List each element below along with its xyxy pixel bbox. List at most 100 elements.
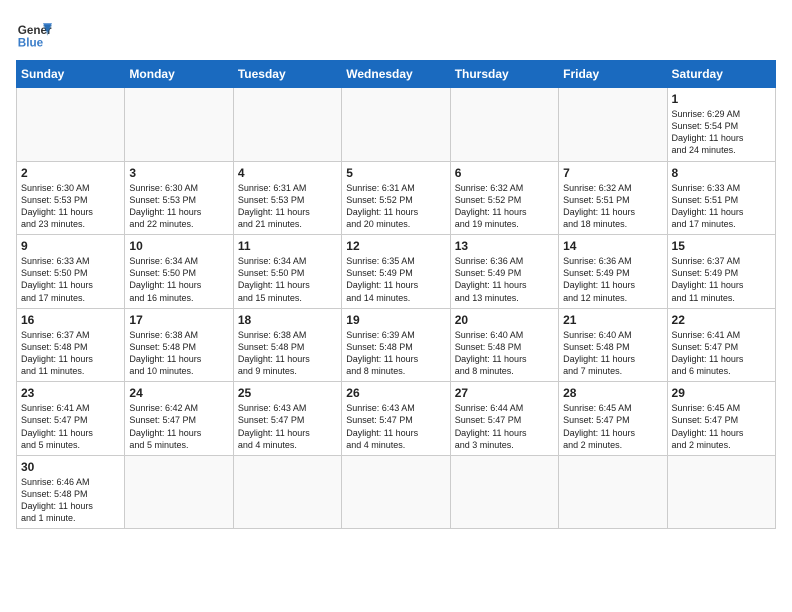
calendar-cell: 7 Sunrise: 6:32 AM Sunset: 5:51 PM Daylig… (559, 161, 667, 235)
day-header-wednesday: Wednesday (342, 61, 450, 88)
day-info: Sunrise: 6:32 AM Sunset: 5:52 PM Dayligh… (455, 182, 554, 231)
day-info: Sunrise: 6:37 AM Sunset: 5:49 PM Dayligh… (672, 255, 771, 304)
day-number: 30 (21, 460, 120, 474)
calendar-cell (559, 88, 667, 162)
day-info: Sunrise: 6:45 AM Sunset: 5:47 PM Dayligh… (672, 402, 771, 451)
page-header: General Blue (16, 16, 776, 52)
calendar-cell (233, 88, 341, 162)
day-number: 13 (455, 239, 554, 253)
calendar-cell (559, 455, 667, 529)
day-number: 28 (563, 386, 662, 400)
calendar-cell (450, 88, 558, 162)
calendar-week-5: 23Sunrise: 6:41 AM Sunset: 5:47 PM Dayli… (17, 382, 776, 456)
calendar-body: 1Sunrise: 6:29 AM Sunset: 5:54 PM Daylig… (17, 88, 776, 529)
calendar-cell: 12Sunrise: 6:35 AM Sunset: 5:49 PM Dayli… (342, 235, 450, 309)
day-info: Sunrise: 6:30 AM Sunset: 5:53 PM Dayligh… (21, 182, 120, 231)
calendar-cell (125, 88, 233, 162)
day-header-friday: Friday (559, 61, 667, 88)
calendar-cell (667, 455, 775, 529)
day-number: 10 (129, 239, 228, 253)
day-number: 9 (21, 239, 120, 253)
day-info: Sunrise: 6:39 AM Sunset: 5:48 PM Dayligh… (346, 329, 445, 378)
day-number: 27 (455, 386, 554, 400)
calendar-cell: 29Sunrise: 6:45 AM Sunset: 5:47 PM Dayli… (667, 382, 775, 456)
calendar-week-2: 2Sunrise: 6:30 AM Sunset: 5:53 PM Daylig… (17, 161, 776, 235)
calendar-week-6: 30 Sunrise: 6:46 AM Sunset: 5:48 PM Dayli… (17, 455, 776, 529)
calendar-cell: 3 Sunrise: 6:30 AM Sunset: 5:53 PM Daylig… (125, 161, 233, 235)
calendar-cell (450, 455, 558, 529)
day-info: Sunrise: 6:35 AM Sunset: 5:49 PM Dayligh… (346, 255, 445, 304)
day-info: Sunrise: 6:38 AM Sunset: 5:48 PM Dayligh… (238, 329, 337, 378)
calendar-cell: 30 Sunrise: 6:46 AM Sunset: 5:48 PM Dayli… (17, 455, 125, 529)
day-info: Sunrise: 6:30 AM Sunset: 5:53 PM Dayligh… (129, 182, 228, 231)
logo: General Blue (16, 16, 52, 52)
day-info: Sunrise: 6:40 AM Sunset: 5:48 PM Dayligh… (563, 329, 662, 378)
day-number: 18 (238, 313, 337, 327)
day-info: Sunrise: 6:37 AM Sunset: 5:48 PM Dayligh… (21, 329, 120, 378)
day-number: 22 (672, 313, 771, 327)
calendar-cell: 2Sunrise: 6:30 AM Sunset: 5:53 PM Daylig… (17, 161, 125, 235)
day-info: Sunrise: 6:41 AM Sunset: 5:47 PM Dayligh… (21, 402, 120, 451)
svg-text:Blue: Blue (18, 37, 44, 50)
calendar-cell: 1Sunrise: 6:29 AM Sunset: 5:54 PM Daylig… (667, 88, 775, 162)
day-number: 16 (21, 313, 120, 327)
calendar-cell (342, 455, 450, 529)
calendar-cell (125, 455, 233, 529)
day-info: Sunrise: 6:34 AM Sunset: 5:50 PM Dayligh… (238, 255, 337, 304)
day-number: 4 (238, 166, 337, 180)
day-info: Sunrise: 6:31 AM Sunset: 5:53 PM Dayligh… (238, 182, 337, 231)
day-info: Sunrise: 6:40 AM Sunset: 5:48 PM Dayligh… (455, 329, 554, 378)
calendar-cell: 25 Sunrise: 6:43 AM Sunset: 5:47 PM Dayli… (233, 382, 341, 456)
calendar-cell: 10 Sunrise: 6:34 AM Sunset: 5:50 PM Dayli… (125, 235, 233, 309)
calendar-week-4: 16 Sunrise: 6:37 AM Sunset: 5:48 PM Dayli… (17, 308, 776, 382)
day-number: 1 (672, 92, 771, 106)
day-info: Sunrise: 6:31 AM Sunset: 5:52 PM Dayligh… (346, 182, 445, 231)
calendar-cell: 9Sunrise: 6:33 AM Sunset: 5:50 PM Daylig… (17, 235, 125, 309)
day-info: Sunrise: 6:42 AM Sunset: 5:47 PM Dayligh… (129, 402, 228, 451)
calendar-cell: 5 Sunrise: 6:31 AM Sunset: 5:52 PM Daylig… (342, 161, 450, 235)
calendar-cell: 21 Sunrise: 6:40 AM Sunset: 5:48 PM Dayli… (559, 308, 667, 382)
day-number: 25 (238, 386, 337, 400)
day-info: Sunrise: 6:38 AM Sunset: 5:48 PM Dayligh… (129, 329, 228, 378)
day-header-thursday: Thursday (450, 61, 558, 88)
calendar-cell: 23Sunrise: 6:41 AM Sunset: 5:47 PM Dayli… (17, 382, 125, 456)
calendar-cell: 17Sunrise: 6:38 AM Sunset: 5:48 PM Dayli… (125, 308, 233, 382)
calendar-cell: 26Sunrise: 6:43 AM Sunset: 5:47 PM Dayli… (342, 382, 450, 456)
day-number: 7 (563, 166, 662, 180)
day-number: 20 (455, 313, 554, 327)
day-header-sunday: Sunday (17, 61, 125, 88)
calendar-cell: 13 Sunrise: 6:36 AM Sunset: 5:49 PM Dayli… (450, 235, 558, 309)
day-info: Sunrise: 6:34 AM Sunset: 5:50 PM Dayligh… (129, 255, 228, 304)
calendar-week-3: 9Sunrise: 6:33 AM Sunset: 5:50 PM Daylig… (17, 235, 776, 309)
calendar-cell (342, 88, 450, 162)
calendar-cell: 18 Sunrise: 6:38 AM Sunset: 5:48 PM Dayli… (233, 308, 341, 382)
day-number: 14 (563, 239, 662, 253)
calendar-cell (233, 455, 341, 529)
calendar-week-1: 1Sunrise: 6:29 AM Sunset: 5:54 PM Daylig… (17, 88, 776, 162)
calendar-cell: 22Sunrise: 6:41 AM Sunset: 5:47 PM Dayli… (667, 308, 775, 382)
day-header-saturday: Saturday (667, 61, 775, 88)
day-number: 15 (672, 239, 771, 253)
day-number: 5 (346, 166, 445, 180)
calendar-cell: 28 Sunrise: 6:45 AM Sunset: 5:47 PM Dayli… (559, 382, 667, 456)
calendar-header-row: SundayMondayTuesdayWednesdayThursdayFrid… (17, 61, 776, 88)
day-info: Sunrise: 6:36 AM Sunset: 5:49 PM Dayligh… (455, 255, 554, 304)
calendar-cell: 4 Sunrise: 6:31 AM Sunset: 5:53 PM Daylig… (233, 161, 341, 235)
calendar-cell: 8Sunrise: 6:33 AM Sunset: 5:51 PM Daylig… (667, 161, 775, 235)
calendar-cell: 15 Sunrise: 6:37 AM Sunset: 5:49 PM Dayli… (667, 235, 775, 309)
day-info: Sunrise: 6:43 AM Sunset: 5:47 PM Dayligh… (238, 402, 337, 451)
calendar-table: SundayMondayTuesdayWednesdayThursdayFrid… (16, 60, 776, 529)
day-number: 21 (563, 313, 662, 327)
day-info: Sunrise: 6:45 AM Sunset: 5:47 PM Dayligh… (563, 402, 662, 451)
day-number: 8 (672, 166, 771, 180)
day-info: Sunrise: 6:32 AM Sunset: 5:51 PM Dayligh… (563, 182, 662, 231)
calendar-cell: 27Sunrise: 6:44 AM Sunset: 5:47 PM Dayli… (450, 382, 558, 456)
day-number: 3 (129, 166, 228, 180)
calendar-cell: 11Sunrise: 6:34 AM Sunset: 5:50 PM Dayli… (233, 235, 341, 309)
calendar-cell: 14Sunrise: 6:36 AM Sunset: 5:49 PM Dayli… (559, 235, 667, 309)
calendar-cell: 16 Sunrise: 6:37 AM Sunset: 5:48 PM Dayli… (17, 308, 125, 382)
calendar-cell: 20 Sunrise: 6:40 AM Sunset: 5:48 PM Dayli… (450, 308, 558, 382)
calendar-cell (17, 88, 125, 162)
day-info: Sunrise: 6:46 AM Sunset: 5:48 PM Dayligh… (21, 476, 120, 525)
calendar-cell: 19Sunrise: 6:39 AM Sunset: 5:48 PM Dayli… (342, 308, 450, 382)
